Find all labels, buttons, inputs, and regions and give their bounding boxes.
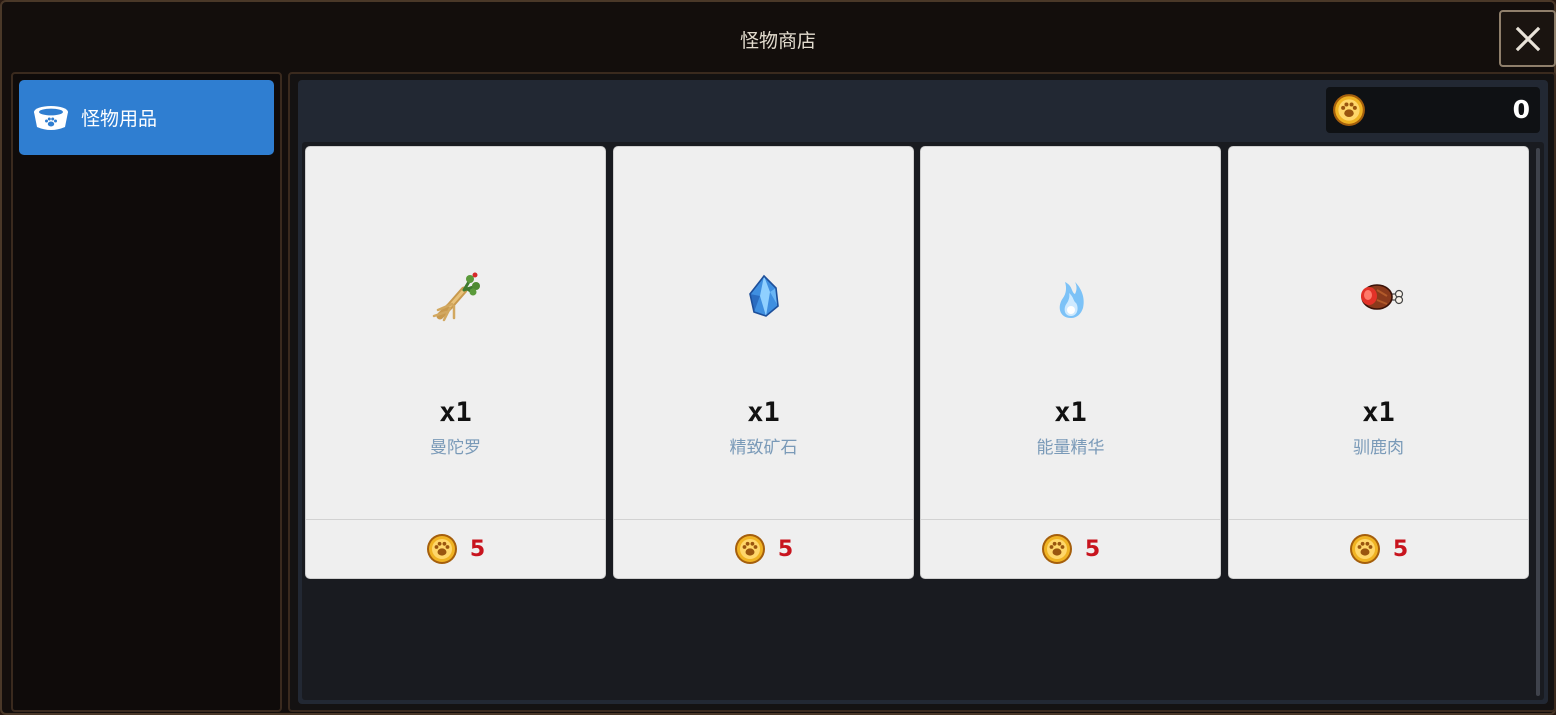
shop-item-card[interactable]: x1 曼陀罗 5 [305,146,606,579]
paw-coin-icon [1349,533,1381,565]
paw-coin-icon [1041,533,1073,565]
currency-amount: 0 [1512,95,1530,124]
close-icon [1515,26,1540,51]
item-name: 曼陀罗 [430,438,481,458]
shop-item-card[interactable]: x1 驯鹿肉 5 [1228,146,1529,579]
paw-coin-icon [1332,93,1366,127]
item-quantity: x1 [1054,397,1087,428]
scrollbar[interactable] [1536,148,1540,696]
item-name: 驯鹿肉 [1353,438,1404,458]
item-quantity: x1 [439,397,472,428]
item-price: 5 [1229,520,1528,578]
meat-icon [1361,284,1404,310]
price-amount: 5 [777,536,794,562]
sidebar-item-label: 怪物用品 [81,108,158,130]
shop-panel: 0 x1 曼陀罗 5 x1 精致矿石 5 x1 能量精华 5 x1 驯鹿肉 5 [298,80,1548,704]
item-quantity: x1 [747,397,780,428]
item-name: 精致矿石 [729,438,798,458]
item-price: 5 [306,520,605,578]
price-amount: 5 [1392,536,1409,562]
sidebar-item-monster-supplies[interactable]: 怪物用品 [19,80,274,155]
window-title: 怪物商店 [739,30,816,52]
blue-flame-icon [1059,282,1084,318]
item-name: 能量精华 [1036,438,1105,458]
price-amount: 5 [469,536,486,562]
shop-main: 0 x1 曼陀罗 5 x1 精致矿石 5 x1 能量精华 5 x1 驯鹿肉 5 [288,72,1556,712]
item-grid: x1 曼陀罗 5 x1 精致矿石 5 x1 能量精华 5 x1 驯鹿肉 5 [302,142,1544,700]
price-amount: 5 [1084,536,1101,562]
shop-window: 怪物商店 怪物用品 0 x1 曼陀罗 5 x1 精致矿石 5 x1 能量精华 5… [0,0,1556,715]
item-quantity: x1 [1362,397,1395,428]
blue-crystal-icon [749,274,779,317]
category-sidebar: 怪物用品 [11,72,282,712]
item-price: 5 [921,520,1220,578]
pet-bowl-icon [34,105,68,130]
shop-item-card[interactable]: x1 精致矿石 5 [613,146,914,579]
item-price: 5 [614,520,913,578]
mandrake-root-icon [432,272,480,322]
shop-item-card[interactable]: x1 能量精华 5 [920,146,1221,579]
close-button[interactable] [1499,10,1556,67]
paw-coin-icon [734,533,766,565]
paw-coin-icon [426,533,458,565]
currency-balance: 0 [1326,87,1540,133]
